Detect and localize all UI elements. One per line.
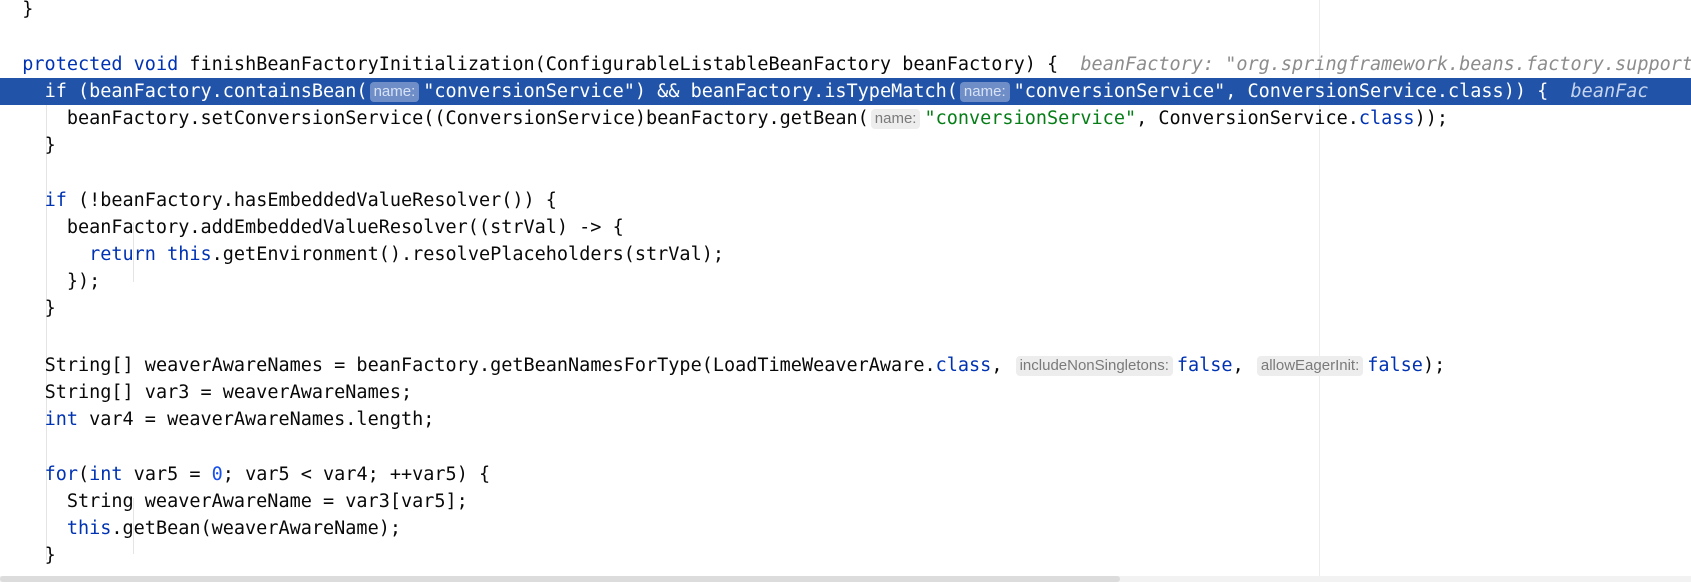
number-literal: 0 [211,464,223,485]
code-line-9[interactable]: }); [0,268,1691,295]
horizontal-scrollbar-thumb[interactable] [0,576,1120,582]
code-line-6[interactable]: if (!beanFactory.hasEmbeddedValueResolve… [0,187,1691,214]
string-literal: "conversionService" [423,81,635,102]
parameter-hint: name: [870,109,921,129]
code-text: String[] var3 = weaverAwareNames; [44,382,413,403]
closing-brace: } [44,135,56,156]
code-text: .getBean(weaverAwareName); [111,518,401,539]
debug-inlay-value: beanFactory: "org.springframework.beans.… [1080,54,1691,75]
code-line-5[interactable]: } [0,132,1691,159]
code-text: , [991,355,1014,376]
code-text: String[] weaverAwareNames = beanFactory.… [44,355,936,376]
debug-inlay-value: beanFac [1570,81,1649,102]
keyword-false: false [1176,355,1233,376]
code-text: ) && beanFactory.isTypeMatch( [634,81,958,102]
keyword-false: false [1367,355,1423,376]
code-text: ; var5 < var4; ++var5) { [222,464,491,485]
closing-brace: } [44,298,56,319]
keyword-if: if [44,190,67,211]
code-text: beanFactory.addEmbeddedValueResolver((st… [66,217,624,238]
code-line-17[interactable]: } [0,542,1691,569]
keyword-return: return [89,244,156,265]
code-line-7[interactable]: beanFactory.addEmbeddedValueResolver((st… [0,214,1691,241]
code-text: )); [1414,108,1448,129]
keyword-class: class [1358,108,1415,129]
parameter-hint: name: [959,82,1010,102]
code-text: (beanFactory.containsBean( [66,81,368,102]
code-line-14[interactable]: for(int var5 = 0; var5 < var4; ++var5) { [0,461,1691,488]
code-text: beanFactory.setConversionService((Conver… [66,108,869,129]
keyword-this: this [167,244,212,265]
code-line-16[interactable]: this.getBean(weaverAwareName); [0,515,1691,542]
code-editor[interactable]: } protected void finishBeanFactoryInitia… [0,0,1691,582]
code-text: var4 = weaverAwareNames.length; [77,409,435,430]
keyword-protected: protected [22,54,123,75]
code-text: (!beanFactory.hasEmbeddedValueResolver()… [66,190,557,211]
parameter-hint: includeNonSingletons: [1015,356,1173,376]
code-line-4[interactable]: beanFactory.setConversionService((Conver… [0,105,1691,132]
keyword-if: if [44,81,67,102]
code-text: , ConversionService.class)) { [1225,81,1549,102]
keyword-void: void [133,54,179,75]
code-text: , ConversionService. [1136,108,1359,129]
code-text: var5 = [122,464,212,485]
string-literal: "conversionService" [1013,81,1226,102]
code-text: , [1232,355,1255,376]
keyword-for: for [44,464,78,485]
code-line-15[interactable]: String weaverAwareName = var3[var5]; [0,488,1691,515]
code-line-13[interactable]: int var4 = weaverAwareNames.length; [0,406,1691,433]
code-line-12[interactable]: String[] var3 = weaverAwareNames; [0,379,1691,406]
closing-brace: } [44,545,56,566]
parameter-hint: name: [369,82,420,102]
code-line-8[interactable]: return this.getEnvironment().resolvePlac… [0,241,1691,268]
code-text: String weaverAwareName = var3[var5]; [66,491,468,512]
code-line-1[interactable]: } [0,0,1691,23]
keyword-this: this [66,518,112,539]
keyword-int: int [44,409,78,430]
code-line-3-current[interactable]: if (beanFactory.containsBean(name: "conve… [0,78,1691,105]
string-literal: "conversionService" [924,108,1137,129]
code-line-10[interactable]: } [0,295,1691,322]
code-text: }); [66,271,101,292]
code-line-2[interactable]: protected void finishBeanFactoryInitiali… [0,51,1691,78]
code-text: .getEnvironment().resolvePlaceholders(st… [211,244,724,265]
closing-brace: } [22,0,34,20]
keyword-class: class [935,355,992,376]
horizontal-scrollbar[interactable] [0,576,1691,582]
keyword-int: int [89,464,123,485]
method-signature: finishBeanFactoryInitialization(Configur… [189,54,1059,75]
code-text: ); [1422,355,1446,376]
code-text: ( [77,464,90,485]
parameter-hint: allowEagerInit: [1256,356,1364,376]
code-line-11[interactable]: String[] weaverAwareNames = beanFactory.… [0,352,1691,379]
